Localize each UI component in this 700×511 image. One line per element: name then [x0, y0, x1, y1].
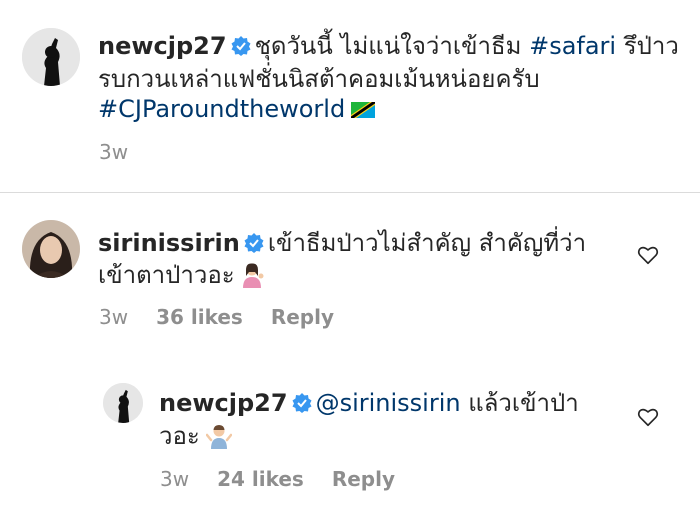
post-caption-tail: รึป่าว	[623, 32, 679, 60]
verified-badge-icon	[292, 393, 312, 413]
comment-line-2: เข้าตาป่าวอะ	[98, 260, 265, 290]
post-time: 3w	[99, 140, 129, 164]
reply-time: 3w	[160, 467, 190, 491]
post-caption-line-2: รบกวนเหล่าแฟชั่นนิสต้าคอมเม้นหน่อยครับ	[98, 64, 540, 94]
comment-like-heart-icon[interactable]	[637, 244, 659, 266]
caption-divider	[0, 192, 700, 193]
post-caption-line-1: newcjp27 ชุดวันนี้ ไม่แน่ใจว่าเข้าธีม #sa…	[98, 31, 679, 61]
post-author-avatar[interactable]	[22, 28, 80, 86]
post-caption-line-2-text: รบกวนเหล่าแฟชั่นนิสต้าคอมเม้นหน่อยครับ	[98, 65, 540, 93]
avatar-silhouette-icon	[22, 28, 80, 86]
hashtag-cjparoundtheworld[interactable]: #CJParoundtheworld	[98, 95, 345, 123]
reply-author-username[interactable]: newcjp27	[159, 389, 288, 417]
comment-text-line-2: เข้าตาป่าวอะ	[98, 261, 235, 289]
comment-meta: 3w 36 likes Reply	[99, 305, 362, 329]
reply-reply-button[interactable]: Reply	[332, 467, 395, 491]
hashtag-safari[interactable]: #safari	[529, 32, 616, 60]
person-tipping-hand-icon	[242, 263, 264, 288]
reply-mention[interactable]: @sirinissirin	[316, 389, 461, 417]
post-author-username[interactable]: newcjp27	[98, 32, 227, 60]
avatar-silhouette-icon	[103, 383, 143, 423]
reply-meta: 3w 24 likes Reply	[160, 467, 423, 491]
comment-line-1: sirinissirin เข้าธีมป่าวไม่สำคัญ สำคัญที่…	[98, 228, 586, 258]
comment-time: 3w	[99, 305, 129, 329]
verified-badge-icon	[231, 36, 251, 56]
post-caption-line-3: #CJParoundtheworld	[98, 94, 376, 124]
reply-likes[interactable]: 24 likes	[217, 467, 304, 491]
reply-like-heart-icon[interactable]	[637, 406, 659, 428]
post-meta: 3w	[99, 140, 156, 164]
post-caption-text: ชุดวันนี้ ไม่แน่ใจว่าเข้าธีม	[254, 32, 522, 60]
reply-text: แล้วเข้าป่า	[468, 389, 579, 417]
comment-text: เข้าธีมป่าวไม่สำคัญ สำคัญที่ว่า	[267, 229, 587, 257]
comment-reply-button[interactable]: Reply	[271, 305, 334, 329]
reply-author-avatar[interactable]	[103, 383, 143, 423]
tanzania-flag-icon	[351, 102, 376, 118]
man-shrugging-icon	[205, 425, 233, 449]
comment-author-avatar[interactable]	[22, 220, 80, 278]
reply-line-2: วอะ	[159, 421, 233, 451]
avatar-portrait-icon	[22, 220, 80, 278]
verified-badge-icon	[244, 233, 264, 253]
comment-likes[interactable]: 36 likes	[156, 305, 243, 329]
reply-line-1: newcjp27 @sirinissirin แล้วเข้าป่า	[159, 388, 579, 418]
comment-author-username[interactable]: sirinissirin	[98, 229, 240, 257]
reply-text-line-2: วอะ	[159, 422, 200, 450]
